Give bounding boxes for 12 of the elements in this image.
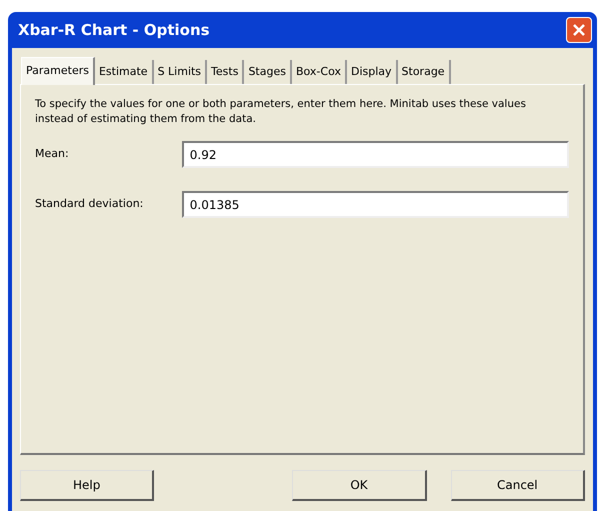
input-field[interactable]: 0.92 bbox=[182, 141, 569, 168]
instructions-text: To specify the values for one or both parameters, enter them here. Minitab uses these values instead of estimating them from the data. bbox=[35, 97, 527, 127]
field-label: Standard deviation: bbox=[35, 196, 144, 212]
window-title: Xbar-R Chart - Options bbox=[18, 20, 210, 41]
field-label: Mean: bbox=[35, 146, 70, 162]
input-field[interactable]: 0.01385 bbox=[182, 191, 569, 218]
close-button[interactable] bbox=[566, 17, 592, 43]
close-icon bbox=[572, 23, 586, 37]
dialog-button[interactable]: OK bbox=[292, 470, 427, 501]
dialog-button[interactable]: Help bbox=[20, 470, 154, 501]
tab[interactable]: Parameters bbox=[21, 57, 95, 85]
dialog-button[interactable]: Cancel bbox=[450, 470, 585, 501]
